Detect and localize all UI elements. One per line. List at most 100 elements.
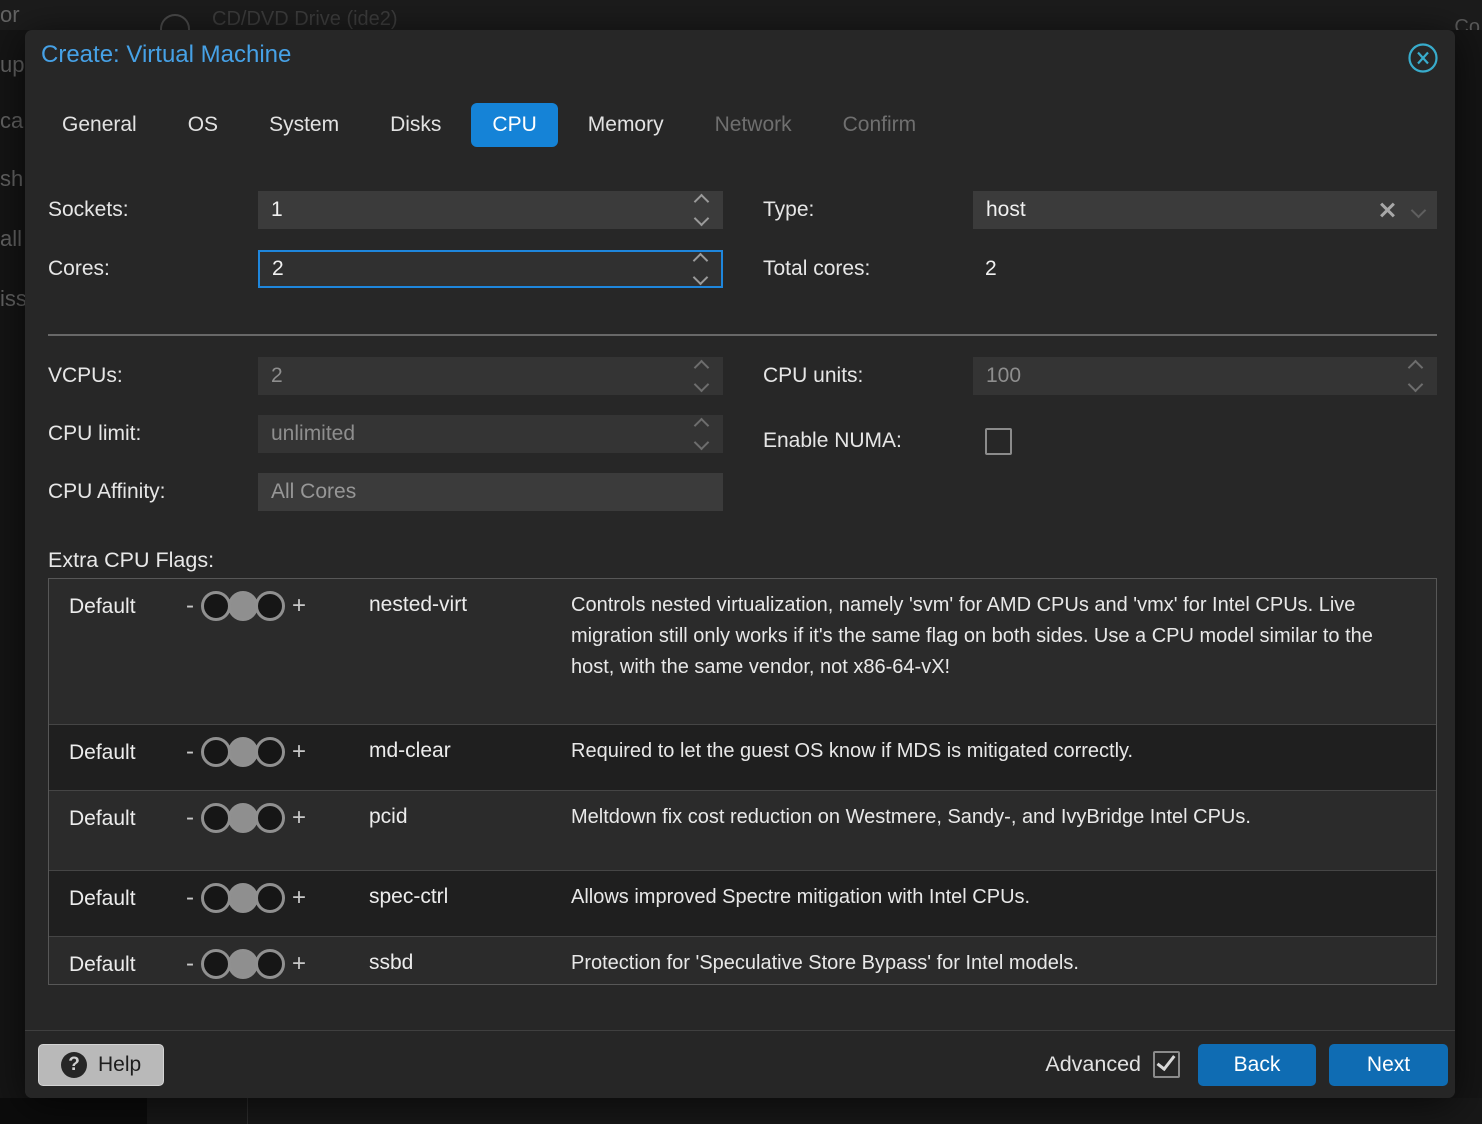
toggle-off-dot[interactable] [201, 591, 231, 621]
tab-general[interactable]: General [41, 103, 158, 147]
type-select[interactable]: host [973, 191, 1437, 229]
extra-cpu-flags-label: Extra CPU Flags: [48, 548, 214, 573]
total-cores-label: Total cores: [763, 257, 973, 281]
advanced-checkbox[interactable] [1153, 1051, 1180, 1078]
flag-name: ssbd [369, 937, 571, 985]
flag-name: spec-ctrl [369, 871, 571, 936]
section-divider [48, 334, 1437, 336]
toggle-default-dot[interactable] [228, 949, 258, 979]
vcpus-input: 2 [258, 357, 723, 395]
toggle-off-dot[interactable] [201, 803, 231, 833]
flag-state-label: Default [49, 791, 186, 870]
vcpus-spinner [696, 362, 710, 390]
cpu-flags-table: Default - + nested-virt Controls nested … [48, 578, 1437, 985]
cores-input[interactable]: 2 [258, 250, 723, 288]
toggle-plus[interactable]: + [292, 886, 306, 910]
tab-network: Network [694, 103, 813, 147]
flag-toggle[interactable]: - + [186, 949, 369, 979]
toggle-off-dot[interactable] [201, 949, 231, 979]
dialog-title: Create: Virtual Machine [41, 41, 291, 69]
back-button[interactable]: Back [1198, 1044, 1316, 1086]
background-page-top: CD/DVD Drive (ide2) Co [0, 0, 1482, 30]
flag-name: pcid [369, 791, 571, 870]
cpu-units-label: CPU units: [763, 364, 973, 388]
toggle-on-dot[interactable] [255, 883, 285, 913]
flag-state-label: Default [49, 725, 186, 790]
toggle-on-dot[interactable] [255, 949, 285, 979]
spinner-down-icon[interactable] [693, 270, 709, 286]
tab-disks[interactable]: Disks [369, 103, 462, 147]
toggle-default-dot[interactable] [228, 737, 258, 767]
flag-toggle[interactable]: - + [186, 883, 369, 913]
spinner-up-icon [694, 418, 710, 434]
flag-row-nested-virt: Default - + nested-virt Controls nested … [49, 579, 1436, 725]
toggle-on-dot[interactable] [255, 591, 285, 621]
flag-toggle[interactable]: - + [186, 803, 369, 833]
flag-description: Required to let the guest OS know if MDS… [571, 725, 1436, 790]
spinner-down-icon [1408, 377, 1424, 393]
toggle-off-dot[interactable] [201, 737, 231, 767]
toggle-default-dot[interactable] [228, 883, 258, 913]
close-button[interactable] [1406, 41, 1440, 75]
tab-confirm: Confirm [822, 103, 938, 147]
flag-row-md-clear: Default - + md-clear Required to let the… [49, 725, 1436, 791]
chevron-down-icon[interactable] [1411, 202, 1427, 218]
toggle-minus[interactable]: - [186, 952, 194, 976]
tab-system[interactable]: System [248, 103, 360, 147]
advanced-label: Advanced [1045, 1052, 1141, 1077]
help-icon [61, 1052, 87, 1078]
flag-description: Protection for 'Speculative Store Bypass… [571, 937, 1436, 985]
dialog-footer: Help Advanced Back Next [25, 1030, 1455, 1098]
cpu-affinity-label: CPU Affinity: [48, 480, 258, 504]
toggle-default-dot[interactable] [228, 591, 258, 621]
flag-description: Controls nested virtualization, namely '… [571, 579, 1436, 724]
background-page-bottom [0, 1098, 1482, 1124]
background-left-fragment: all [0, 226, 22, 252]
toggle-plus[interactable]: + [292, 594, 306, 618]
total-cores-value: 2 [985, 257, 997, 281]
toggle-default-dot[interactable] [228, 803, 258, 833]
background-left-fragment: or [0, 2, 20, 28]
enable-numa-checkbox[interactable] [985, 428, 1012, 455]
sockets-label: Sockets: [48, 198, 258, 222]
next-button[interactable]: Next [1329, 1044, 1448, 1086]
background-row-text: CD/DVD Drive (ide2) [212, 8, 398, 30]
toggle-minus[interactable]: - [186, 594, 194, 618]
flag-toggle[interactable]: - + [186, 591, 369, 621]
help-button[interactable]: Help [38, 1044, 164, 1086]
toggle-on-dot[interactable] [255, 737, 285, 767]
toggle-off-dot[interactable] [201, 883, 231, 913]
flag-description: Meltdown fix cost reduction on Westmere,… [571, 791, 1436, 870]
tab-cpu[interactable]: CPU [471, 103, 557, 147]
toggle-minus[interactable]: - [186, 806, 194, 830]
type-label: Type: [763, 198, 973, 222]
clear-icon[interactable] [1377, 200, 1397, 220]
cpu-limit-spinner [696, 420, 710, 448]
spinner-up-icon [694, 360, 710, 376]
cores-label: Cores: [48, 257, 258, 281]
tab-memory[interactable]: Memory [567, 103, 685, 147]
toggle-plus[interactable]: + [292, 740, 306, 764]
sockets-input[interactable]: 1 [258, 191, 723, 229]
flag-state-label: Default [49, 871, 186, 936]
cpu-affinity-input[interactable]: All Cores [258, 473, 723, 511]
toggle-plus[interactable]: + [292, 952, 306, 976]
background-left-fragment: ca [0, 108, 23, 134]
cpu-limit-input: unlimited [258, 415, 723, 453]
tab-os[interactable]: OS [167, 103, 239, 147]
cpu-limit-label: CPU limit: [48, 422, 258, 446]
spinner-down-icon [694, 435, 710, 451]
toggle-plus[interactable]: + [292, 806, 306, 830]
dialog-tabs: General OS System Disks CPU Memory Netwo… [41, 102, 946, 148]
spinner-up-icon[interactable] [693, 253, 709, 269]
toggle-minus[interactable]: - [186, 740, 194, 764]
spinner-up-icon[interactable] [694, 194, 710, 210]
flag-toggle[interactable]: - + [186, 737, 369, 767]
spinner-down-icon[interactable] [694, 211, 710, 227]
sockets-spinner[interactable] [696, 196, 710, 224]
toggle-on-dot[interactable] [255, 803, 285, 833]
cores-spinner[interactable] [695, 255, 709, 283]
background-right-fragment: Co [1454, 16, 1480, 30]
toggle-minus[interactable]: - [186, 886, 194, 910]
cpu-units-spinner [1410, 362, 1424, 390]
